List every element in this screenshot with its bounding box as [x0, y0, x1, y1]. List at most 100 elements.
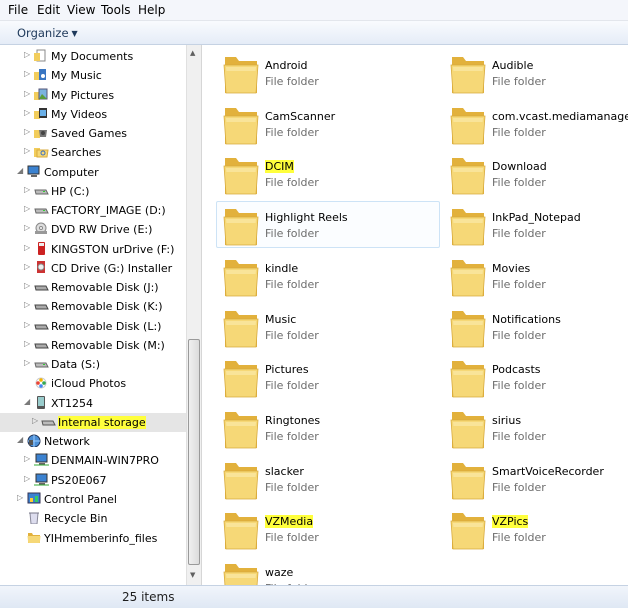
nav-item[interactable]: ▷ DENMAIN-WIN7PRO	[0, 451, 186, 470]
folder-name: Download	[492, 160, 547, 174]
folder-tile[interactable]: slacker File folder	[216, 455, 440, 502]
navigation-pane: ▷ My Documents ▷ My Music ▷ My Pictures ▷ My Vi…	[0, 45, 186, 585]
documents-icon	[34, 49, 49, 62]
collapse-arrow-icon[interactable]: ▷	[24, 300, 30, 309]
nav-item[interactable]: ▷ My Documents	[0, 47, 186, 66]
menu-edit[interactable]: Edit	[37, 3, 60, 17]
nav-item[interactable]: ◢ Computer	[0, 163, 186, 182]
nav-item[interactable]: ▷ My Pictures	[0, 86, 186, 105]
nav-item[interactable]: ▷ Data (S:)	[0, 355, 186, 374]
nav-item[interactable]: ◢ XT1254	[0, 394, 186, 413]
folder-type: File folder	[492, 125, 546, 139]
folder-tile[interactable]: Podcasts File folder	[443, 353, 628, 400]
folder-name: kindle	[265, 261, 299, 275]
nav-item-label: DENMAIN-WIN7PRO	[51, 454, 159, 468]
nav-item[interactable]: ▷ Searches	[0, 143, 186, 162]
nav-item-label: FACTORY_IMAGE (D:)	[51, 204, 166, 218]
menu-tools[interactable]: Tools	[101, 3, 131, 17]
scroll-up-arrow-icon[interactable]: ▲	[190, 49, 195, 57]
collapse-arrow-icon[interactable]: ▷	[24, 320, 30, 329]
organize-button[interactable]: Organize ▼	[17, 26, 78, 40]
collapse-arrow-icon[interactable]: ▷	[17, 493, 23, 502]
collapse-arrow-icon[interactable]: ▷	[24, 262, 30, 271]
nav-item[interactable]: YIHmemberinfo_files	[0, 529, 186, 548]
nav-item[interactable]: ▷ FACTORY_IMAGE (D:)	[0, 201, 186, 220]
collapse-arrow-icon[interactable]: ▷	[24, 204, 30, 213]
control-panel-icon	[27, 492, 42, 505]
nav-item[interactable]: ▷ My Music	[0, 66, 186, 85]
folder-tile[interactable]: Pictures File folder	[216, 353, 440, 400]
nav-item[interactable]: ▷ Control Panel	[0, 490, 186, 509]
menu-file[interactable]: File	[8, 3, 28, 17]
nav-item-label: iCloud Photos	[51, 377, 127, 391]
nav-item[interactable]: ▷ Removable Disk (K:)	[0, 297, 186, 316]
collapse-arrow-icon[interactable]: ▷	[32, 416, 38, 425]
collapse-arrow-icon[interactable]: ▷	[24, 281, 30, 290]
nav-item[interactable]: ▷ Removable Disk (L:)	[0, 317, 186, 336]
folder-tile[interactable]: wazeFile folder	[216, 556, 440, 585]
folder-tile[interactable]: sirius File folder	[443, 404, 628, 451]
scrollbar-thumb[interactable]	[188, 339, 200, 565]
nav-item[interactable]: ▷ My Videos	[0, 105, 186, 124]
network-computer-icon	[34, 453, 49, 466]
nav-item[interactable]: ▷ HP (C:)	[0, 182, 186, 201]
collapse-arrow-icon[interactable]: ▷	[24, 185, 30, 194]
menu-view[interactable]: View	[67, 3, 95, 17]
folder-tile[interactable]: InkPad_Notepad File folder	[443, 201, 628, 248]
folder-tile[interactable]: kindle File folder	[216, 252, 440, 299]
collapse-arrow-icon[interactable]: ▷	[24, 127, 30, 136]
nav-item-label: My Music	[51, 69, 102, 83]
collapse-arrow-icon[interactable]: ▷	[24, 243, 30, 252]
folder-tile[interactable]: VZPics File folder	[443, 505, 628, 552]
folder-tile[interactable]: VZMedia File folder	[216, 505, 440, 552]
menu-help[interactable]: Help	[138, 3, 165, 17]
folder-tile[interactable]: Notifications File folder	[443, 303, 628, 350]
nav-item-label: Computer	[44, 165, 99, 179]
folder-tile[interactable]: Movies File folder	[443, 252, 628, 299]
collapse-arrow-icon[interactable]: ▷	[24, 50, 30, 59]
pictures-icon	[34, 88, 49, 101]
scroll-down-arrow-icon[interactable]: ▼	[190, 571, 195, 579]
folder-tile[interactable]: Music File folder	[216, 303, 440, 350]
folder-name: DCIM	[265, 160, 294, 174]
navigation-scrollbar[interactable]: ▲ ▼	[186, 45, 202, 585]
nav-item[interactable]: iCloud Photos	[0, 374, 186, 393]
collapse-arrow-icon[interactable]: ▷	[24, 358, 30, 367]
folder-tile[interactable]: Download File folder	[443, 150, 628, 197]
collapse-arrow-icon[interactable]: ▷	[24, 339, 30, 348]
folder-tile[interactable]: com.vcast.mediamanager File folder	[443, 100, 628, 147]
nav-item[interactable]: Recycle Bin	[0, 509, 186, 528]
collapse-arrow-icon[interactable]: ▷	[24, 89, 30, 98]
nav-item[interactable]: ▷ Internal storage	[0, 412, 186, 432]
expand-arrow-icon[interactable]: ◢	[24, 397, 30, 406]
nav-item[interactable]: ▷ DVD RW Drive (E:)	[0, 220, 186, 239]
folder-tile[interactable]: Ringtones File folder	[216, 404, 440, 451]
nav-item[interactable]: ▷ PS20E067	[0, 471, 186, 490]
collapse-arrow-icon[interactable]: ▷	[24, 223, 30, 232]
collapse-arrow-icon[interactable]: ▷	[24, 69, 30, 78]
collapse-arrow-icon[interactable]: ▷	[24, 474, 30, 483]
nav-item[interactable]: ▷ KINGSTON urDrive (F:)	[0, 240, 186, 259]
nav-item[interactable]: ▷ Removable Disk (J:)	[0, 278, 186, 297]
folder-tile[interactable]: Audible File folder	[443, 49, 628, 96]
nav-item-label: My Documents	[51, 50, 134, 63]
nav-item[interactable]: ▷ Saved Games	[0, 124, 186, 143]
folder-tile[interactable]: Highlight Reels File folder	[216, 201, 440, 249]
expand-arrow-icon[interactable]: ◢	[17, 435, 23, 444]
folder-tile[interactable]: SmartVoiceRecorder File folder	[443, 455, 628, 502]
collapse-arrow-icon[interactable]: ▷	[24, 108, 30, 117]
network-icon	[27, 434, 42, 448]
folder-name: Highlight Reels	[265, 211, 348, 225]
expand-arrow-icon[interactable]: ◢	[17, 166, 23, 175]
collapse-arrow-icon[interactable]: ▷	[24, 454, 30, 463]
removable-disk-icon	[34, 299, 49, 312]
folder-tile[interactable]: DCIM File folder	[216, 150, 440, 197]
item-count: 25 items	[122, 590, 175, 604]
nav-item-label: Removable Disk (K:)	[51, 300, 163, 314]
nav-item[interactable]: ◢ Network	[0, 432, 186, 451]
folder-tile[interactable]: CamScanner File folder	[216, 100, 440, 147]
nav-item[interactable]: ▷ Removable Disk (M:)	[0, 336, 186, 355]
folder-tile[interactable]: Android File folder	[216, 49, 440, 96]
nav-item[interactable]: ▷ CD Drive (G:) Installer	[0, 259, 186, 278]
collapse-arrow-icon[interactable]: ▷	[24, 146, 30, 155]
